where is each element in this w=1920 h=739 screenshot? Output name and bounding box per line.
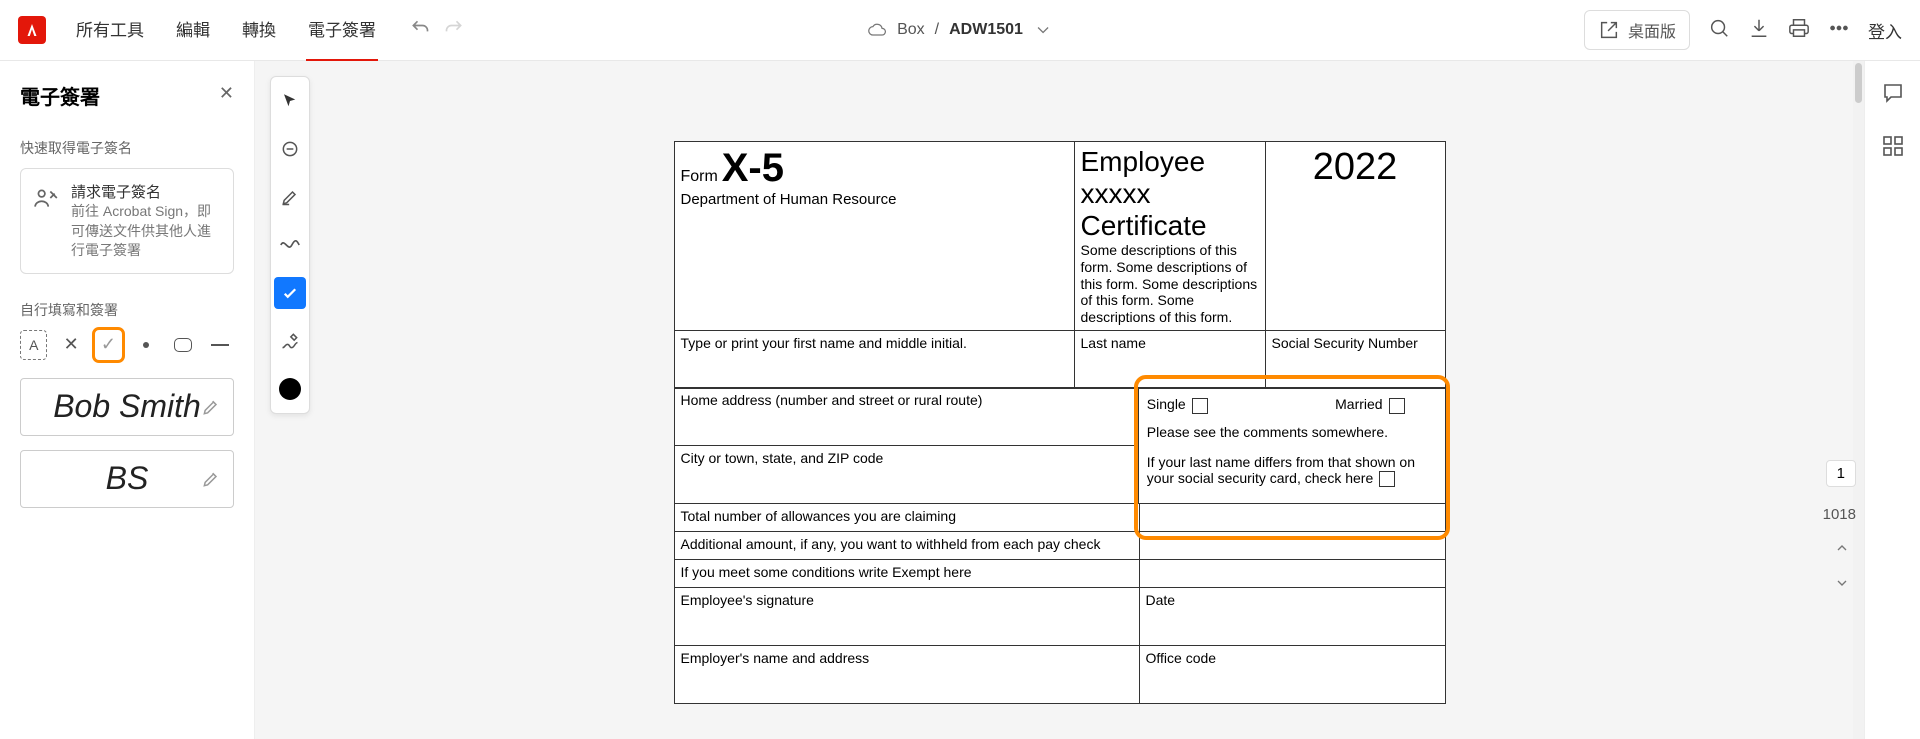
pdf-page: Form X-5 Department of Human Resource Em… (674, 141, 1446, 704)
form-code: X-5 (722, 146, 784, 190)
name-differs-checkbox[interactable] (1379, 471, 1395, 487)
checkmark-tool[interactable] (274, 277, 306, 309)
draw-tool[interactable] (270, 325, 310, 357)
page-up-button[interactable] (1834, 540, 1850, 561)
menu-convert[interactable]: 轉換 (240, 0, 278, 62)
esign-panel: 電子簽署 ✕ 快速取得電子簽名 請求電子簽名 前往 Acrobat Sign，即… (0, 61, 255, 739)
right-rail (1864, 61, 1920, 739)
app-logo[interactable] (18, 16, 46, 44)
form-year: 2022 (1313, 146, 1398, 188)
open-desktop-button[interactable]: 桌面版 (1584, 10, 1690, 50)
page-down-button[interactable] (1834, 575, 1850, 596)
section-self-sign-label: 自行填寫和簽署 (20, 300, 234, 320)
pointer-tool[interactable] (270, 85, 310, 117)
undo-button[interactable] (410, 18, 430, 43)
menu-all-tools[interactable]: 所有工具 (74, 0, 146, 62)
check-tool[interactable]: ✓ (95, 330, 122, 360)
color-swatch[interactable] (270, 373, 310, 405)
close-panel-button[interactable]: ✕ (219, 83, 234, 104)
cloud-icon (867, 20, 887, 40)
text-field-tool[interactable]: A (20, 330, 47, 360)
vertical-scrollbar[interactable] (1853, 61, 1864, 739)
page-number-input[interactable]: 1 (1826, 460, 1856, 487)
document-canvas[interactable]: Form X-5 Department of Human Resource Em… (255, 61, 1864, 739)
login-button[interactable]: 登入 (1868, 18, 1902, 43)
line-tool[interactable] (207, 330, 234, 360)
chevron-down-icon[interactable] (1033, 20, 1053, 40)
text-comment-tool[interactable] (270, 133, 310, 165)
request-signature-card[interactable]: 請求電子簽名 前往 Acrobat Sign，即可傳送文件供其他人進行電子簽署 (20, 168, 234, 274)
menu-edit[interactable]: 編輯 (174, 0, 212, 62)
breadcrumb-source: Box (897, 21, 925, 39)
print-button[interactable] (1788, 17, 1810, 44)
cross-tool[interactable]: ✕ (57, 330, 84, 360)
edit-signature-icon[interactable] (201, 388, 221, 425)
single-checkbox[interactable] (1192, 398, 1208, 414)
signature-initials[interactable]: BS (20, 450, 234, 508)
request-title: 請求電子簽名 (71, 181, 221, 202)
history-controls (410, 18, 464, 43)
highlight-tool[interactable] (270, 181, 310, 213)
rounded-rect-tool[interactable] (169, 330, 196, 360)
panels-rail-button[interactable] (1881, 134, 1905, 163)
annotation-toolbar (270, 76, 310, 414)
redo-button[interactable] (444, 18, 464, 43)
more-button[interactable] (1828, 17, 1850, 44)
document-name: ADW1501 (949, 21, 1023, 39)
dot-tool[interactable] (132, 330, 159, 360)
main-menu: 所有工具 編輯 轉換 電子簽署 (74, 0, 378, 62)
request-sign-icon (33, 181, 61, 261)
comments-rail-button[interactable] (1881, 81, 1905, 110)
section-quick-sign-label: 快速取得電子簽名 (20, 138, 234, 158)
menu-esign[interactable]: 電子簽署 (306, 0, 378, 62)
form-title: Employee xxxxx Certificate (1081, 146, 1259, 242)
breadcrumb[interactable]: Box / ADW1501 (867, 20, 1053, 40)
topbar: 所有工具 編輯 轉換 電子簽署 Box / ADW1501 桌面版 登入 (0, 0, 1920, 61)
page-total: 1018 (1823, 506, 1856, 523)
download-button[interactable] (1748, 17, 1770, 44)
married-checkbox[interactable] (1389, 398, 1405, 414)
signature-full[interactable]: Bob Smith (20, 378, 234, 436)
freeform-tool[interactable] (270, 229, 310, 261)
panel-title: 電子簽署 (20, 81, 234, 110)
edit-initials-icon[interactable] (201, 460, 221, 497)
search-button[interactable] (1708, 17, 1730, 44)
fill-tool-row: A ✕ ✓ (20, 330, 234, 360)
request-desc: 前往 Acrobat Sign，即可傳送文件供其他人進行電子簽署 (71, 202, 221, 261)
